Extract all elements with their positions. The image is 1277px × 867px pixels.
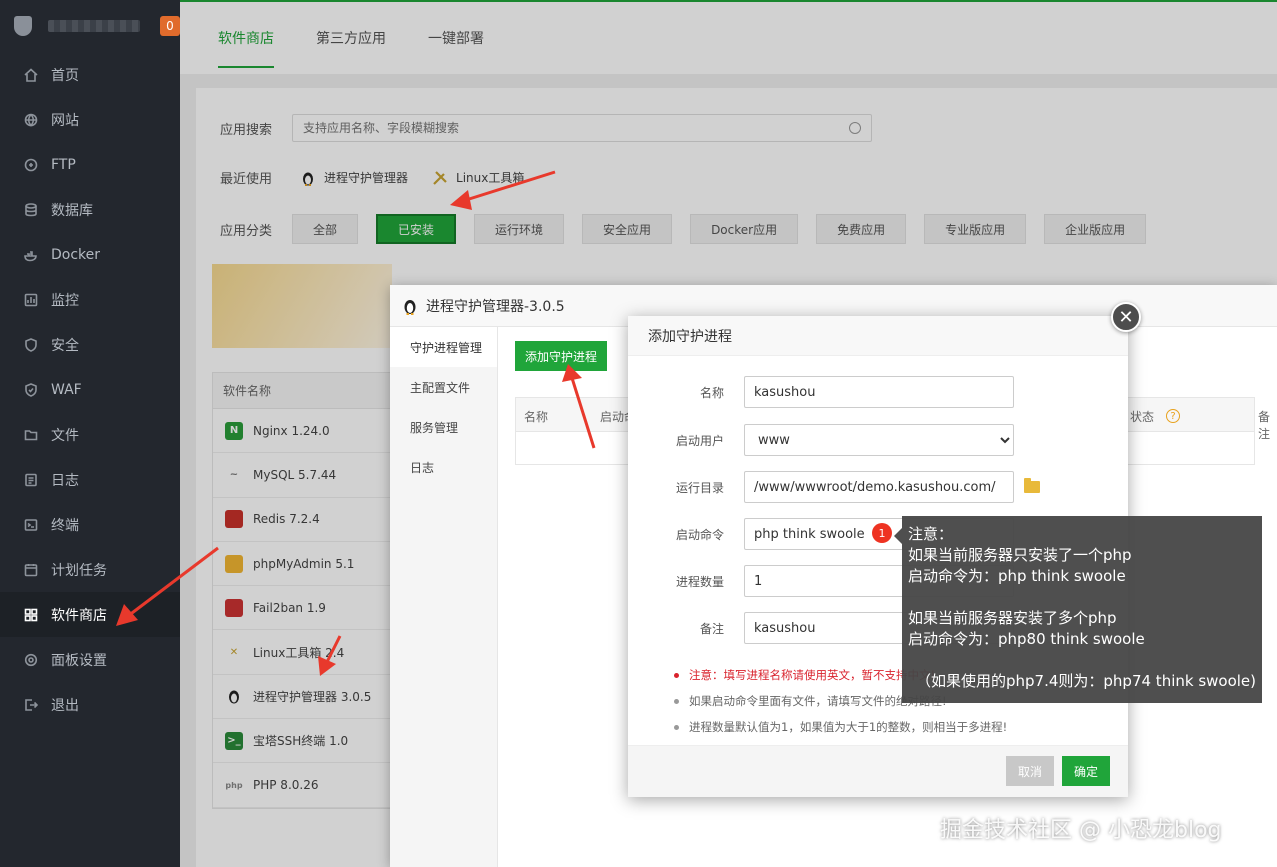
sidebar-item-website[interactable]: 网站 <box>0 97 180 142</box>
penguin-icon <box>402 297 418 315</box>
menu-main-config[interactable]: 主配置文件 <box>390 367 497 407</box>
sidebar-item-cron[interactable]: 计划任务 <box>0 547 180 592</box>
logout-icon <box>24 698 38 712</box>
cancel-button[interactable]: 取消 <box>1006 756 1054 786</box>
tooltip-line: 如果当前服务器只安装了一个php <box>908 546 1132 564</box>
dialog-title: 添加守护进程 <box>628 316 1128 356</box>
confirm-button[interactable]: 确定 <box>1062 756 1110 786</box>
tooltip-arrow <box>894 528 902 544</box>
server-name-blurred <box>47 20 140 32</box>
note-item: 进程数量默认值为1，如果值为大于1的整数，则相当于多进程! <box>674 714 1007 740</box>
sidebar-item-home[interactable]: 首页 <box>0 52 180 97</box>
log-icon <box>24 473 38 487</box>
help-icon[interactable]: ? <box>1166 409 1180 423</box>
sidebar: 0 首页 网站 FTP 数据库 Docker 监控 安全 WAF 文件 日志 终… <box>0 0 180 867</box>
grid-icon <box>24 608 38 622</box>
sidebar-item-terminal[interactable]: 终端 <box>0 502 180 547</box>
dir-input[interactable] <box>744 471 1014 503</box>
command-tooltip: 注意： 如果当前服务器只安装了一个php 启动命令为：php think swo… <box>894 516 1262 703</box>
globe-icon <box>24 113 38 127</box>
user-label: 启动用户 <box>675 433 724 448</box>
user-row: 启动用户 www <box>628 424 1128 456</box>
sidebar-item-monitor[interactable]: 监控 <box>0 277 180 322</box>
sidebar-item-database[interactable]: 数据库 <box>0 187 180 232</box>
gear-icon <box>24 653 38 667</box>
count-label: 进程数量 <box>675 574 724 589</box>
process-manager-menu: 守护进程管理 主配置文件 服务管理 日志 <box>390 327 498 867</box>
dir-label: 运行目录 <box>675 480 724 495</box>
tooltip-line: 启动命令为：php80 think swoole <box>908 630 1145 648</box>
tooltip-line: 注意： <box>908 525 954 543</box>
tooltip-line: 启动命令为：php think swoole <box>908 567 1126 585</box>
tooltip-line <box>908 587 1256 608</box>
column-status: 状态 <box>1130 410 1155 424</box>
ftp-icon <box>24 158 38 172</box>
menu-logs[interactable]: 日志 <box>390 447 497 487</box>
column-note: 备注 <box>1258 410 1271 441</box>
database-icon <box>24 202 38 217</box>
menu-daemon-management[interactable]: 守护进程管理 <box>390 327 497 367</box>
docker-icon <box>24 248 38 262</box>
dir-row: 运行目录 <box>628 471 1128 503</box>
folder-icon[interactable] <box>1024 478 1040 493</box>
sidebar-item-settings[interactable]: 面板设置 <box>0 637 180 682</box>
sidebar-item-docker[interactable]: Docker <box>0 232 180 277</box>
sidebar-item-files[interactable]: 文件 <box>0 412 180 457</box>
sidebar-item-store[interactable]: 软件商店 <box>0 592 180 637</box>
close-icon: ✕ <box>1118 306 1134 328</box>
sidebar-item-waf[interactable]: WAF <box>0 367 180 412</box>
step-badge: 1 <box>872 523 892 543</box>
close-button[interactable]: ✕ <box>1111 302 1141 332</box>
home-icon <box>24 67 38 82</box>
folder-icon <box>24 428 38 442</box>
sidebar-brand: 0 <box>0 0 180 52</box>
waf-icon <box>24 382 38 397</box>
logo-icon <box>14 16 32 36</box>
menu-service-management[interactable]: 服务管理 <box>390 407 497 447</box>
notification-badge[interactable]: 0 <box>160 16 180 36</box>
sidebar-item-security[interactable]: 安全 <box>0 322 180 367</box>
column-name: 名称 <box>524 410 549 424</box>
clock-icon <box>24 563 38 577</box>
add-daemon-button[interactable]: 添加守护进程 <box>515 341 608 371</box>
shield-icon <box>24 337 38 352</box>
tooltip-line: 如果当前服务器安装了多个php <box>908 609 1117 627</box>
sidebar-item-ftp[interactable]: FTP <box>0 142 180 187</box>
monitor-icon <box>24 293 38 307</box>
dialog-footer: 取消 确定 <box>628 745 1128 797</box>
name-input[interactable] <box>744 376 1014 408</box>
tooltip-line: （如果使用的php7.4则为：php74 think swoole) <box>916 672 1257 690</box>
terminal-icon <box>24 518 38 532</box>
tooltip-line <box>908 650 1256 671</box>
sidebar-item-logs[interactable]: 日志 <box>0 457 180 502</box>
user-select[interactable]: www <box>744 424 1014 456</box>
watermark: 掘金技术社区 @ 小恐龙blog <box>940 818 1222 843</box>
cmd-label: 启动命令 <box>675 527 724 542</box>
note-label: 备注 <box>699 621 724 636</box>
name-label: 名称 <box>699 385 724 400</box>
name-row: 名称 <box>628 376 1128 408</box>
sidebar-item-logout[interactable]: 退出 <box>0 682 180 727</box>
